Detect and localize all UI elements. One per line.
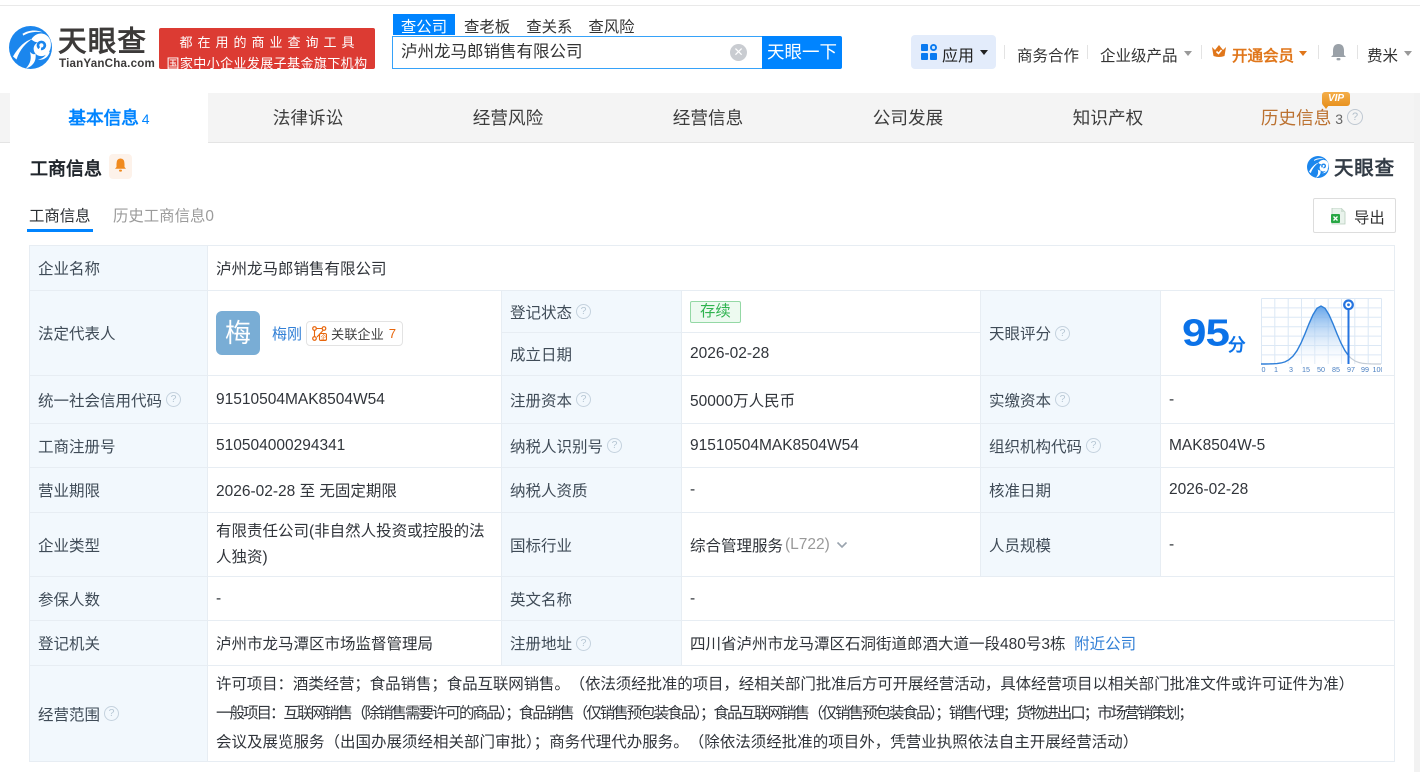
- svg-text:0: 0: [1262, 365, 1266, 373]
- svg-text:3: 3: [1289, 365, 1293, 373]
- svg-text:99: 99: [1361, 365, 1369, 373]
- svg-text:97: 97: [1347, 365, 1355, 373]
- svg-text:100: 100: [1373, 365, 1383, 373]
- svg-text:15: 15: [1302, 365, 1310, 373]
- svg-text:50: 50: [1317, 365, 1325, 373]
- svg-text:天眼查: 天眼查: [1334, 157, 1395, 180]
- svg-text:企: 企: [321, 333, 327, 341]
- svg-text:1: 1: [1274, 365, 1278, 373]
- svg-text:85: 85: [1332, 365, 1340, 373]
